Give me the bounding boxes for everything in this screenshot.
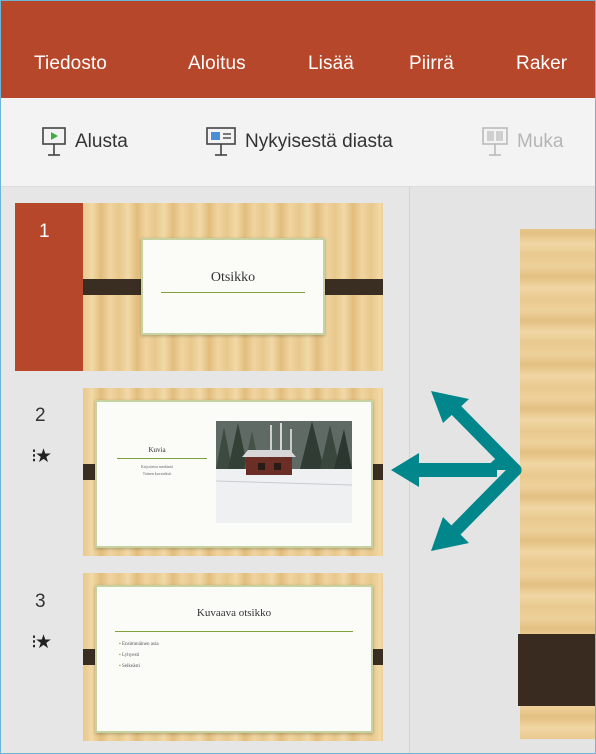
winter-cabin-photo: [216, 421, 352, 523]
powerpoint-window: Tiedosto Aloitus Lisää Piirrä Raker Alus…: [0, 0, 596, 754]
slide-band: [518, 634, 595, 706]
bullet-item: ▪ Ensimmäinen asia: [119, 642, 159, 647]
tab-home[interactable]: Aloitus: [188, 53, 246, 75]
from-current-slide-label: Nykyisestä diasta: [245, 131, 393, 152]
slide-caption: Toinen kuvateksti: [142, 471, 172, 476]
from-current-slide-button[interactable]: Nykyisestä diasta: [205, 122, 393, 162]
tab-insert[interactable]: Lisää: [308, 53, 354, 75]
from-start-button[interactable]: Alusta: [41, 122, 128, 162]
tab-design[interactable]: Raker: [516, 53, 567, 75]
current-slide-presentation-icon: [206, 127, 236, 156]
slide-number: 3: [35, 591, 46, 612]
tab-draw[interactable]: Piirrä: [409, 53, 454, 75]
slide-number: 1: [39, 221, 50, 242]
slide-title-card: Otsikko: [141, 238, 325, 335]
custom-slideshow-icon: [482, 127, 508, 156]
slide-title: Kuvia: [148, 446, 166, 454]
animation-star-icon: ⁝★: [31, 446, 52, 467]
resize-arrows-icon: [391, 391, 522, 551]
bullet-item: ▪ Lyhyesti: [119, 653, 140, 658]
slide-thumbnail-2[interactable]: Kuvia Kirjoitettu merkintä Toinen kuvate…: [83, 388, 383, 556]
title-underline: [161, 292, 305, 293]
slide-thumbnail-1[interactable]: Otsikko: [83, 203, 383, 371]
slide-caption: Kirjoitettu merkintä: [141, 464, 173, 469]
custom-slideshow-label: Muka: [517, 131, 564, 152]
play-presentation-icon: [42, 127, 66, 156]
tab-file[interactable]: Tiedosto: [34, 53, 107, 75]
slide-number: 2: [35, 405, 46, 426]
bullet-item: ▪ Selkeästi: [119, 664, 141, 669]
bullet-list: ▪ Ensimmäinen asia ▪ Lyhyesti ▪ Selkeäst…: [119, 639, 159, 672]
title-underline: [115, 631, 353, 632]
slide-content-card: Kuvia Kirjoitettu merkintä Toinen kuvate…: [95, 400, 373, 548]
slide-title: Kuvaava otsikko: [196, 607, 272, 619]
custom-slideshow-button[interactable]: Muka: [481, 122, 563, 162]
slide-content-card: Kuvaava otsikko ▪ Ensimmäinen asia ▪ Lyh…: [95, 585, 373, 733]
title-underline: [117, 458, 207, 459]
from-start-label: Alusta: [75, 131, 128, 152]
animation-star-icon: ⁝★: [31, 632, 52, 653]
slide-thumbnail-3[interactable]: Kuvaava otsikko ▪ Ensimmäinen asia ▪ Lyh…: [83, 573, 383, 741]
slide-title: Otsikko: [210, 270, 256, 285]
ribbon-tab-bar: Tiedosto Aloitus Lisää Piirrä Raker: [1, 1, 595, 98]
